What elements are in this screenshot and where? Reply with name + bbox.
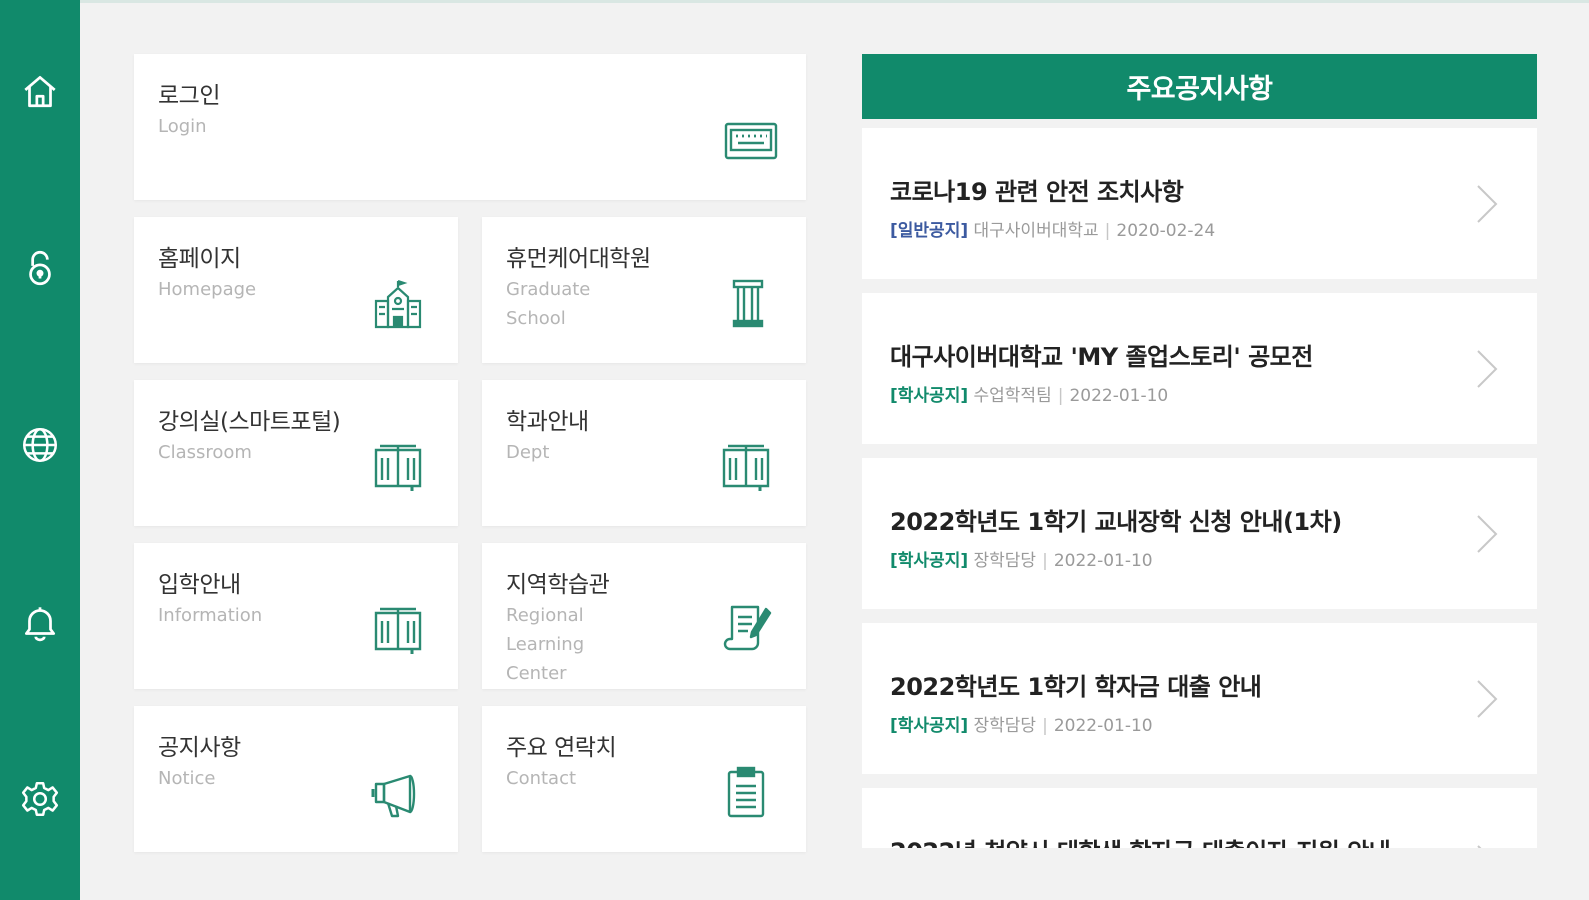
book-icon: [374, 607, 422, 654]
bell-icon: [24, 607, 56, 642]
megaphone-icon: [371, 774, 416, 818]
notice-title: 2022학년도 1학기 학자금 대출 안내: [890, 673, 1262, 701]
notice-meta: [학사공지] 수업학적팀 | 2022-01-10: [890, 386, 1169, 406]
sidebar-item-language[interactable]: [0, 410, 80, 480]
globe-icon: [22, 427, 58, 463]
notice-date: 2022-01-10: [1053, 551, 1153, 571]
sidebar: [0, 0, 80, 900]
tile-regional-learning-center[interactable]: 지역학습관 Regional Learning Center: [482, 543, 806, 689]
tile-title: 학과안내: [506, 409, 589, 435]
notice-list: 코로나19 관련 안전 조치사항 [일반공지] 대구사이버대학교 | 2020-02…: [862, 128, 1537, 848]
keyboard-icon: [724, 122, 778, 160]
notice-meta: [학사공지] 장학담당 | 2022-01-10: [890, 716, 1153, 736]
tile-homepage[interactable]: 홈페이지 Homepage: [134, 217, 458, 363]
home-icon: [24, 75, 56, 108]
top-border: [80, 0, 1589, 3]
column-icon: [732, 279, 764, 328]
sidebar-item-notifications[interactable]: [0, 587, 80, 657]
tile-subtitle: Login: [158, 116, 207, 137]
tile-classroom[interactable]: 강의실(스마트포털) Classroom: [134, 380, 458, 526]
tile-subtitle: Homepage: [158, 279, 257, 300]
sidebar-item-settings[interactable]: [0, 764, 80, 834]
gear-icon: [21, 781, 59, 817]
notice-title: 코로나19 관련 안전 조치사항: [890, 178, 1184, 206]
clipboard-icon: [727, 766, 765, 818]
notice-item[interactable]: 2022학년도 1학기 교내장학 신청 안내(1차) [학사공지] 장학담당 | 2…: [862, 458, 1537, 609]
notice-author: 대구사이버대학교: [973, 221, 1099, 241]
tile-title: 입학안내: [158, 572, 241, 598]
notice-date: 2022-01-10: [1069, 386, 1169, 406]
notice-author: 수업학적팀: [973, 386, 1052, 406]
tile-title: 주요 연락치: [506, 735, 617, 761]
notice-meta: [일반공지] 대구사이버대학교 | 2020-02-24: [890, 221, 1216, 241]
notice-author: 장학담당: [973, 716, 1037, 736]
tile-graduate-school[interactable]: 휴먼케어대학원 Graduate School: [482, 217, 806, 363]
notice-category: [학사공지]: [890, 551, 969, 571]
tile-title: 지역학습관: [506, 572, 610, 598]
notice-title: 2022년 청양시 대학생 학자금 대출이자 지원 안내: [890, 832, 1391, 848]
tile-title: 공지사항: [158, 735, 241, 761]
tile-title: 홈페이지: [158, 246, 241, 272]
tile-login[interactable]: 로그인 Login: [134, 54, 806, 200]
tile-notice[interactable]: 공지사항 Notice: [134, 706, 458, 852]
chevron-right-icon: [1477, 680, 1498, 718]
tile-subtitle: Classroom: [158, 442, 252, 463]
chevron-right-icon: [1477, 350, 1498, 388]
scroll-pen-icon: [723, 605, 772, 651]
notice-author: 장학담당: [973, 551, 1037, 571]
notice-category: [학사공지]: [890, 716, 969, 736]
tile-title: 강의실(스마트포털): [158, 409, 341, 435]
school-building-icon: [374, 279, 422, 329]
sidebar-item-home[interactable]: [0, 56, 80, 126]
tile-subtitle: Information: [158, 605, 263, 626]
notice-date: 2022-01-10: [1053, 716, 1153, 736]
chevron-right-icon: [1477, 845, 1482, 848]
notice-item[interactable]: 코로나19 관련 안전 조치사항 [일반공지] 대구사이버대학교 | 2020-02…: [862, 128, 1537, 279]
tile-title: 휴먼케어대학원: [506, 246, 651, 272]
tile-subtitle: Dept: [506, 442, 550, 463]
tile-title: 로그인: [158, 83, 220, 109]
notice-item[interactable]: 대구사이버대학교 'MY 졸업스토리' 공모전 [학사공지] 수업학적팀 | 202…: [862, 293, 1537, 444]
chevron-right-icon: [1477, 185, 1498, 223]
book-icon: [374, 444, 422, 491]
lock-icon: [29, 250, 51, 286]
tile-subtitle: Regional Learning Center: [506, 605, 585, 684]
sidebar-item-lock[interactable]: [0, 233, 80, 303]
notice-title: 대구사이버대학교 'MY 졸업스토리' 공모전: [890, 343, 1313, 371]
chevron-right-icon: [1477, 515, 1498, 553]
notice-category: [일반공지]: [890, 221, 969, 241]
book-icon: [722, 444, 770, 491]
tile-information[interactable]: 입학안내 Information: [134, 543, 458, 689]
tile-contact[interactable]: 주요 연락치 Contact: [482, 706, 806, 852]
notice-title: 2022학년도 1학기 교내장학 신청 안내(1차): [890, 508, 1342, 536]
notice-meta: [학사공지] 장학담당 | 2022-01-10: [890, 551, 1153, 571]
notice-category: [학사공지]: [890, 386, 969, 406]
notice-date: 2020-02-24: [1116, 221, 1216, 241]
notice-item[interactable]: 2022년 청양시 대학생 학자금 대출이자 지원 안내: [862, 788, 1537, 848]
notice-item[interactable]: 2022학년도 1학기 학자금 대출 안내 [학사공지] 장학담당 | 2022-0…: [862, 623, 1537, 774]
notice-panel-header: 주요공지사항: [862, 54, 1537, 119]
tile-dept[interactable]: 학과안내 Dept: [482, 380, 806, 526]
tile-subtitle: Notice: [158, 768, 216, 789]
tile-subtitle: Contact: [506, 768, 577, 789]
tile-subtitle: Graduate School: [506, 279, 591, 329]
